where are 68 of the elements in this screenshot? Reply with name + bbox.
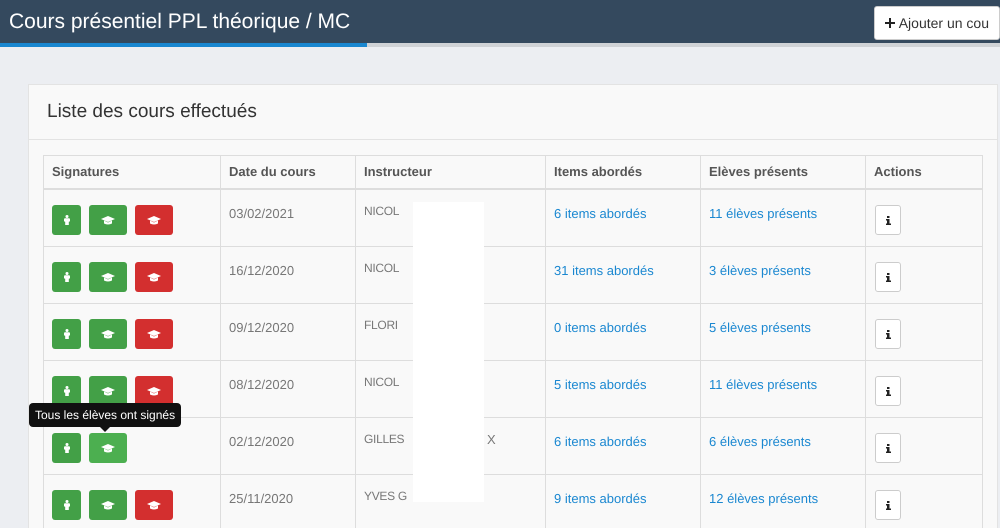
students-link[interactable]: 12 élèves présents (709, 491, 818, 506)
table-cell: 08/12/2020 (229, 377, 294, 392)
add-course-button[interactable]: Ajouter un cou (874, 6, 1000, 40)
graduation-cap-icon (147, 272, 161, 282)
items-link[interactable]: 31 items abordés (554, 263, 654, 278)
signature-button[interactable] (52, 376, 81, 406)
students-link[interactable]: 3 élèves présents (709, 263, 811, 278)
info-button[interactable] (875, 433, 901, 463)
info-button[interactable] (875, 319, 901, 349)
plus-icon (884, 18, 895, 28)
table-cell: 02/12/2020 (229, 434, 294, 449)
items-link[interactable]: 6 items abordés (554, 434, 646, 449)
signature-button[interactable] (135, 376, 173, 406)
table-cell-text: GILLES (364, 431, 406, 448)
items-link[interactable]: 5 items abordés (554, 377, 646, 392)
signature-button[interactable] (89, 376, 127, 406)
table-cell: 16/12/2020 (229, 263, 294, 278)
students-link[interactable]: 11 élèves présents (709, 377, 818, 392)
info-icon (886, 216, 890, 224)
column-header: Actions (874, 163, 922, 182)
person-icon (64, 443, 70, 453)
graduation-cap-icon (101, 330, 115, 338)
table-cell-text: NICOL (364, 203, 400, 220)
items-link[interactable]: 0 items abordés (554, 320, 646, 335)
items-link[interactable]: 9 items abordés (554, 491, 646, 506)
info-icon (886, 272, 890, 282)
column-header: Signatures (52, 163, 120, 182)
info-icon (886, 500, 890, 510)
graduation-cap-icon (147, 216, 161, 224)
students-link[interactable]: 11 élèves présents (709, 206, 818, 221)
info-icon (886, 330, 890, 338)
column-header: Elèves présents (709, 163, 808, 182)
tooltip: Tous les élèves ont signés (29, 403, 182, 432)
column-header: Date du cours (229, 163, 316, 182)
graduation-cap-icon (101, 444, 115, 452)
table-cell: 09/12/2020 (229, 320, 294, 335)
table-cell-text: X (487, 431, 496, 449)
table-cell: 25/11/2020 (229, 491, 294, 506)
table-cell-text: FLORI (364, 317, 399, 334)
items-link[interactable]: 6 items abordés (554, 206, 646, 221)
graduation-cap-icon (147, 500, 161, 510)
person-icon (64, 215, 70, 225)
students-link[interactable]: 5 élèves présents (709, 320, 811, 335)
person-icon (64, 272, 70, 282)
table-cell-text: NICOL (364, 260, 400, 277)
graduation-cap-icon (147, 386, 161, 396)
graduation-cap-icon (101, 386, 115, 396)
card-title: Liste des cours effectués (47, 100, 257, 124)
page-title: Cours présentiel PPL théorique / MC (9, 8, 350, 35)
graduation-cap-icon (101, 272, 115, 282)
info-button[interactable] (875, 262, 901, 292)
column-header: Items abordés (554, 163, 642, 182)
person-icon (64, 500, 70, 510)
info-button[interactable] (875, 205, 901, 235)
info-icon (886, 386, 890, 396)
graduation-cap-icon (101, 500, 115, 510)
column-header: Instructeur (364, 163, 432, 182)
person-icon (64, 329, 70, 339)
info-icon (886, 444, 890, 452)
person-icon (64, 386, 70, 396)
table-cell-text: NICOL (364, 374, 400, 391)
table-cell: 03/02/2021 (229, 206, 294, 221)
graduation-cap-icon (101, 216, 115, 224)
table-cell-text: YVES G (364, 488, 408, 505)
info-button[interactable] (875, 376, 901, 406)
students-link[interactable]: 6 élèves présents (709, 434, 811, 449)
graduation-cap-icon (147, 330, 161, 338)
info-button[interactable] (875, 490, 901, 520)
